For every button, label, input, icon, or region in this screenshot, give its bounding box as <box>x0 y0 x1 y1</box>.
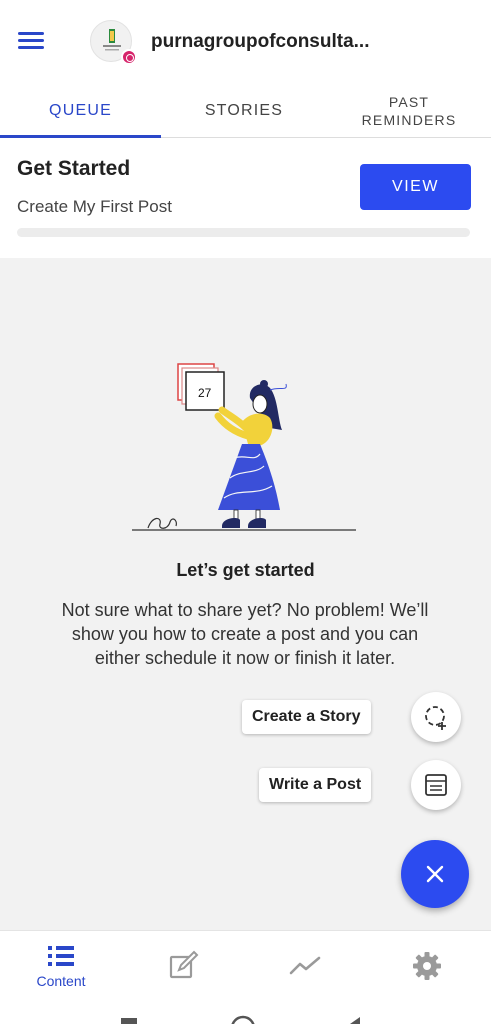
nav-settings[interactable] <box>366 931 488 1001</box>
tab-stories[interactable]: STORIES <box>161 84 327 138</box>
queue-content: 27 Let’s get started Not sure what to sh… <box>0 258 491 930</box>
progress-bar <box>17 228 470 237</box>
close-fab-button[interactable] <box>401 840 469 908</box>
get-started-card: Get Started Create My First Post VIEW <box>0 138 491 256</box>
tab-bar: QUEUE STORIES PAST REMINDERS <box>0 84 491 138</box>
nav-analytics[interactable] <box>244 931 366 1001</box>
calendar-number: 27 <box>198 386 212 400</box>
top-bar: purnagroupofconsulta... <box>0 0 491 84</box>
home-icon <box>231 1015 255 1024</box>
settings-icon <box>413 952 441 980</box>
empty-state-illustration: 27 <box>132 363 356 531</box>
write-post-label[interactable]: Write a Post <box>259 768 372 802</box>
get-started-title: Get Started <box>17 157 131 180</box>
brand-logo-icon <box>103 29 121 51</box>
empty-state-title: Let’s get started <box>176 560 315 580</box>
instagram-icon <box>121 49 137 65</box>
write-post-button[interactable] <box>411 760 461 810</box>
post-icon <box>425 774 447 796</box>
system-nav-icons <box>121 1015 360 1024</box>
empty-state-description: Not sure what to share yet? No problem! … <box>61 600 429 668</box>
get-started-subtitle: Create My First Post <box>17 197 172 216</box>
tab-queue[interactable]: QUEUE <box>0 84 161 138</box>
recents-icon <box>121 1018 137 1024</box>
list-icon <box>48 946 74 966</box>
nav-compose[interactable] <box>122 931 244 1001</box>
system-nav-bar <box>0 1000 491 1024</box>
story-add-icon <box>425 706 446 730</box>
tab-past-reminders[interactable]: PAST REMINDERS <box>327 84 491 138</box>
avatar[interactable] <box>90 20 137 65</box>
hamburger-menu-icon[interactable] <box>18 30 46 52</box>
tab-past-reminders-label: PAST REMINDERS <box>361 94 457 128</box>
back-icon <box>350 1017 360 1024</box>
account-name[interactable]: purnagroupofconsulta... <box>151 31 381 53</box>
create-story-label[interactable]: Create a Story <box>242 700 371 734</box>
view-button[interactable]: VIEW <box>360 164 471 210</box>
nav-content[interactable]: Content <box>0 931 122 1001</box>
bottom-navigation: Content <box>0 930 491 1000</box>
close-icon <box>426 865 444 883</box>
analytics-icon <box>289 956 321 975</box>
nav-content-label: Content <box>36 973 86 989</box>
create-story-button[interactable] <box>411 692 461 742</box>
compose-icon <box>169 950 199 979</box>
